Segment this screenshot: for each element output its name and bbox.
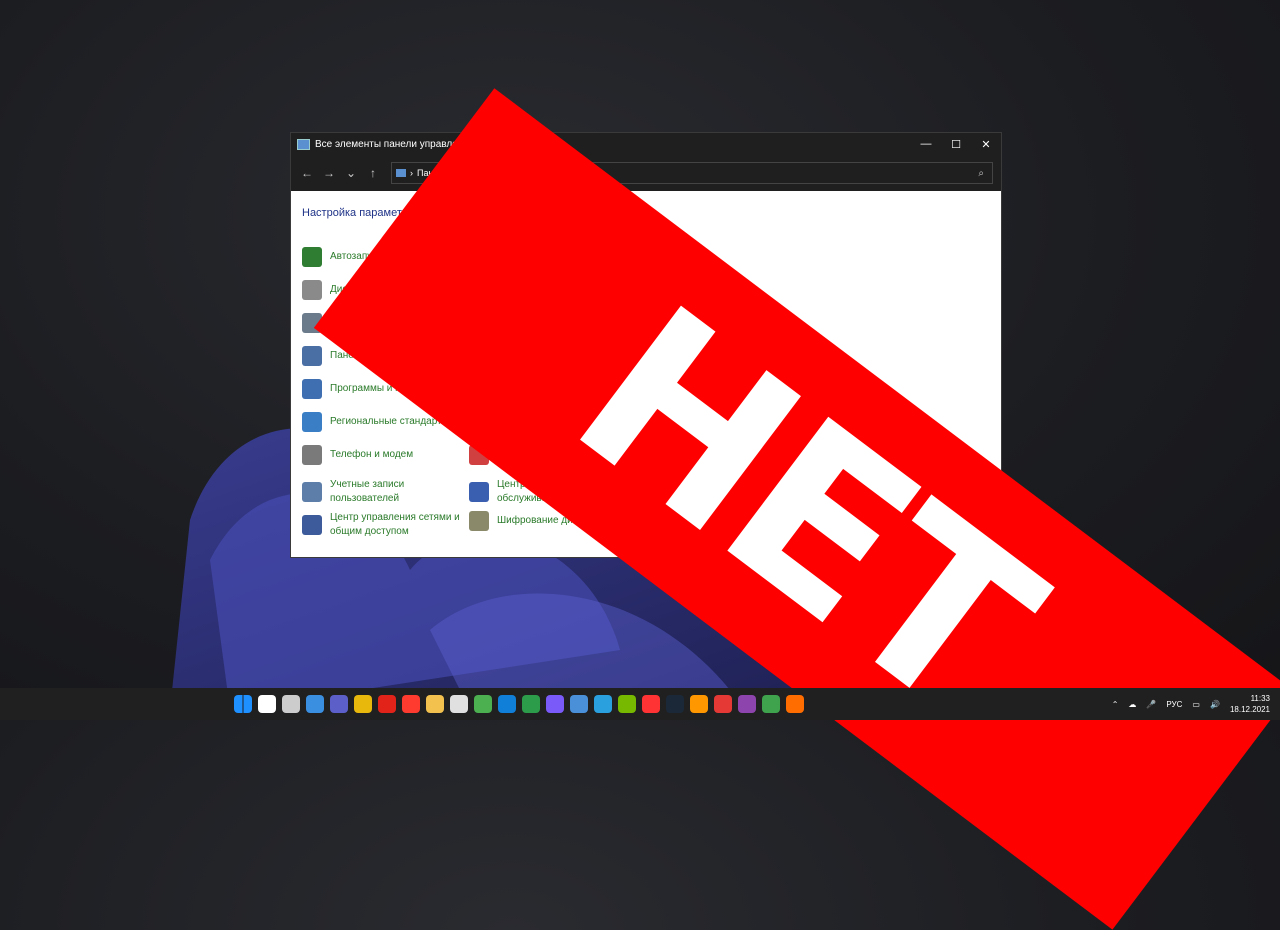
mic-icon[interactable]: 🎤 [1146, 700, 1156, 709]
chat-icon[interactable] [330, 695, 348, 713]
language-indicator[interactable]: РУС [1166, 700, 1182, 709]
item-label: Региональные стандарты [330, 416, 449, 427]
navigation-bar: ← → ⌄ ↑ › Панель уп ⌕ [291, 155, 1001, 191]
store-icon[interactable] [546, 695, 564, 713]
item-icon [469, 482, 489, 502]
task-view-icon[interactable] [282, 695, 300, 713]
nvidia-icon[interactable] [618, 695, 636, 713]
xbox-icon[interactable] [762, 695, 780, 713]
control-panel-item[interactable]: Центр управления сетями и общим доступом [302, 511, 467, 539]
clock-date: 18.12.2021 [1229, 705, 1270, 714]
item-icon [302, 412, 322, 432]
title-bar[interactable]: Все элементы панели управления — ☐ ✕ [291, 133, 1001, 155]
notepad-icon[interactable] [450, 695, 468, 713]
item-icon [469, 511, 489, 531]
item-label: Центр управления сетями и общим доступом [330, 512, 460, 537]
search-icon[interactable]: ⌕ [978, 168, 984, 179]
tray-chevron-icon[interactable]: ⌃ [1112, 700, 1119, 709]
control-panel-icon [396, 169, 406, 177]
breadcrumb-separator-icon: › [410, 168, 413, 178]
recent-chevron-icon[interactable]: ⌄ [341, 163, 361, 183]
network-icon[interactable]: ▭ [1192, 700, 1200, 709]
calculator-icon[interactable] [474, 695, 492, 713]
telegram-icon[interactable] [594, 695, 612, 713]
file-explorer-icon[interactable] [426, 695, 444, 713]
item-icon [302, 445, 322, 465]
item-icon [302, 280, 322, 300]
item-icon [302, 346, 322, 366]
control-panel-item[interactable]: Телефон и модем [302, 445, 467, 465]
chrome-icon[interactable] [354, 695, 372, 713]
calc2-icon[interactable] [570, 695, 588, 713]
item-label: Телефон и модем [330, 449, 414, 460]
clock-time: 11:33 [1250, 694, 1270, 703]
system-tray: ⌃ ☁ 🎤 РУС ▭ 🔊 11:33 18.12.2021 [1112, 688, 1270, 720]
up-arrow-icon[interactable]: ↑ [363, 163, 383, 183]
minimize-button[interactable]: — [911, 133, 941, 155]
close-button[interactable]: ✕ [971, 133, 1001, 155]
widgets-icon[interactable] [306, 695, 324, 713]
volume-icon[interactable]: 🔊 [1210, 700, 1220, 709]
opera-icon[interactable] [378, 695, 396, 713]
item-icon [302, 515, 322, 535]
control-panel-item[interactable]: Учетные записи пользователей [302, 478, 467, 506]
search-icon[interactable] [258, 695, 276, 713]
maps-icon[interactable] [522, 695, 540, 713]
forward-arrow-icon[interactable]: → [319, 163, 339, 183]
item-icon [302, 482, 322, 502]
yandex-browser-icon[interactable] [402, 695, 420, 713]
steam-icon[interactable] [666, 695, 684, 713]
maximize-button[interactable]: ☐ [941, 133, 971, 155]
item-icon [302, 247, 322, 267]
app-purple-icon[interactable] [738, 695, 756, 713]
back-arrow-icon[interactable]: ← [297, 163, 317, 183]
ea-icon[interactable] [714, 695, 732, 713]
edge-icon[interactable] [498, 695, 516, 713]
item-label: Учетные записи пользователей [330, 479, 405, 504]
control-panel-icon [297, 138, 310, 150]
cloud-icon[interactable]: ☁ [1128, 700, 1136, 709]
taskbar: ⌃ ☁ 🎤 РУС ▭ 🔊 11:33 18.12.2021 [0, 688, 1280, 720]
windows-start-icon[interactable] [234, 695, 252, 713]
item-icon [302, 379, 322, 399]
yandex-icon[interactable] [642, 695, 660, 713]
clock[interactable]: 11:33 18.12.2021 [1230, 693, 1270, 715]
app-orange-icon[interactable] [786, 695, 804, 713]
sublime-icon[interactable] [690, 695, 708, 713]
